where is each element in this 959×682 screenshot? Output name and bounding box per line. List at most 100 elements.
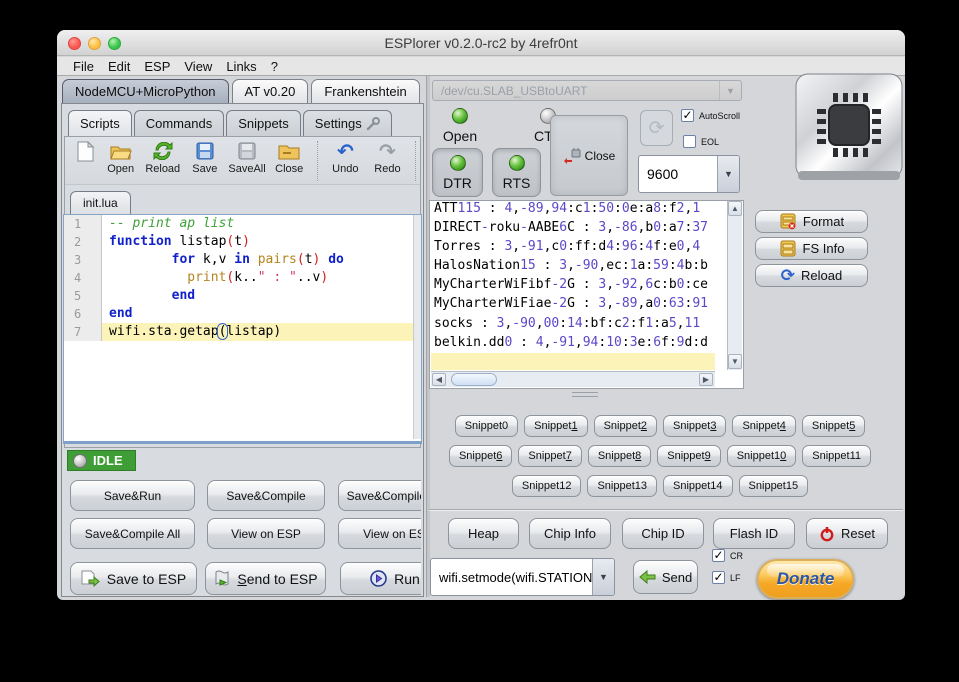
snippet3-button[interactable]: Snippet3 — [663, 415, 726, 437]
menu-item-file[interactable]: File — [67, 59, 100, 74]
snippet11-button[interactable]: Snippet11 — [802, 445, 871, 467]
sub-tab-snippets[interactable]: Snippets — [226, 110, 301, 136]
toolbar-redo[interactable]: ↷Redo — [369, 140, 406, 175]
save-run-button[interactable]: Save&Run — [70, 480, 195, 511]
code-token: function — [109, 234, 172, 249]
autoscroll-checkbox[interactable]: ✓ — [681, 109, 694, 122]
snippet2-button[interactable]: Snippet2 — [594, 415, 657, 437]
toolbar-close[interactable]: Close — [271, 140, 308, 175]
format-button[interactable]: Format — [755, 210, 868, 233]
terminal-text: ,a — [638, 296, 654, 311]
save-compile-button[interactable]: Save&Compile — [207, 480, 325, 511]
refresh-ports-button[interactable]: ⟳ — [640, 110, 673, 146]
save-to-esp-button[interactable]: Save to ESP — [70, 562, 197, 595]
scroll-left-icon[interactable]: ◀ — [432, 373, 446, 386]
toolbar-c[interactable]: C — [409, 140, 420, 175]
snippet9-button[interactable]: Snippet9 — [657, 445, 720, 467]
code-line-6[interactable]: 6end — [64, 305, 421, 323]
sub-tab-scripts[interactable]: Scripts — [68, 110, 132, 136]
view-on-esp-button[interactable]: View on ESP — [207, 518, 325, 549]
sub-tab-commands[interactable]: Commands — [134, 110, 224, 136]
code-line-1[interactable]: 1-- print ap list — [64, 215, 421, 233]
code-line-5[interactable]: 5 end — [64, 287, 421, 305]
toolbar-open[interactable]: Open — [102, 140, 139, 175]
hscroll-thumb[interactable] — [451, 373, 497, 386]
chip-info-button[interactable]: Chip Info — [529, 518, 611, 549]
fs-info-button[interactable]: FS Info — [755, 237, 868, 260]
snippet12-button[interactable]: Snippet12 — [512, 475, 582, 497]
code-editor[interactable]: 1-- print ap list2function listap(t)3 fo… — [63, 214, 422, 444]
terminal-number: 8 — [653, 201, 661, 216]
menu-item-edit[interactable]: Edit — [102, 59, 136, 74]
save-compile-all-button[interactable]: Save&Compile All — [70, 518, 195, 549]
snippet8-button[interactable]: Snippet8 — [588, 445, 651, 467]
command-combobox[interactable]: wifi.setmode(wifi.STATION) ▼ — [430, 558, 615, 596]
editor-scrollbar[interactable] — [413, 215, 421, 439]
menu-item-links[interactable]: Links — [220, 59, 262, 74]
code-line-2[interactable]: 2function listap(t) — [64, 233, 421, 251]
terminal-vscrollbar[interactable]: ▲ ▼ — [727, 201, 742, 370]
dtr-toggle-button[interactable]: DTR — [432, 148, 483, 197]
snippet10-button[interactable]: Snippet10 — [727, 445, 797, 467]
terminal-hscrollbar[interactable]: ◀ ▶ — [431, 371, 715, 387]
toolbar-new-file[interactable] — [73, 140, 97, 163]
snippet6-button[interactable]: Snippet6 — [449, 445, 512, 467]
snippet0-button[interactable]: Snippet0 — [455, 415, 518, 437]
snippet1-button[interactable]: Snippet1 — [524, 415, 587, 437]
snippet5-button[interactable]: Snippet5 — [802, 415, 865, 437]
line-number: 1 — [64, 215, 102, 233]
terminal-number: 115 — [457, 201, 480, 216]
eol-checkbox[interactable] — [683, 135, 696, 148]
serial-port-combobox[interactable]: /dev/cu.SLAB_USBtoUART ▼ — [432, 80, 742, 101]
terminal-panel[interactable]: ATT115 : 4,-89,94:c1:50:0e:a8:f2,1DIRECT… — [429, 200, 744, 389]
toolbar-save[interactable]: Save — [186, 140, 223, 175]
view-on-esp-2-button[interactable]: View on ESP — [338, 518, 421, 549]
chip-id-button[interactable]: Chip ID — [622, 518, 704, 549]
title-bar[interactable]: ESPlorer v0.2.0-rc2 by 4refr0nt — [57, 30, 905, 56]
scroll-right-icon[interactable]: ▶ — [699, 373, 713, 386]
scroll-up-icon[interactable]: ▲ — [728, 201, 742, 216]
send-to-esp-button[interactable]: Send to ESP — [205, 562, 326, 595]
flash-id-button[interactable]: Flash ID — [713, 518, 795, 549]
menu-item-esp[interactable]: ESP — [138, 59, 176, 74]
code-line-4[interactable]: 4 print(k.." : "..v) — [64, 269, 421, 287]
toolbar-saveall[interactable]: SaveAll — [228, 140, 265, 175]
terminal-output[interactable]: ATT115 : 4,-89,94:c1:50:0e:a8:f2,1DIRECT… — [431, 199, 715, 352]
terminal-text: e: — [638, 335, 654, 350]
reload-button[interactable]: ⟳Reload — [755, 264, 868, 287]
main-tab-2[interactable]: Frankenshtein — [311, 79, 419, 103]
snippet7-button[interactable]: Snippet7 — [518, 445, 581, 467]
tab-init-lua[interactable]: init.lua — [70, 191, 131, 214]
donate-button[interactable]: Donate — [757, 559, 854, 599]
main-tab-0[interactable]: NodeMCU+MicroPython — [62, 79, 229, 103]
snippet15-button[interactable]: Snippet15 — [739, 475, 809, 497]
snippet14-button[interactable]: Snippet14 — [663, 475, 733, 497]
run-button[interactable]: Run — [340, 562, 421, 595]
main-tab-1[interactable]: AT v0.20 — [232, 79, 309, 103]
reset-button[interactable]: Reset — [806, 518, 888, 549]
menu-item-help[interactable]: ? — [265, 59, 284, 74]
terminal-text: : — [614, 201, 622, 216]
heap-button[interactable]: Heap — [448, 518, 519, 549]
toolbar-reload[interactable]: Reload — [144, 140, 181, 175]
send-button[interactable]: Send — [633, 560, 698, 594]
cr-checkbox[interactable]: ✓ — [712, 549, 725, 562]
code-token: for — [172, 252, 195, 267]
code-token: listap — [226, 324, 273, 339]
baud-combobox[interactable]: 9600 ▼ — [638, 155, 740, 193]
snippet-row-1: Snippet0 Snippet1 Snippet2 Snippet3 Snippet4… — [430, 415, 890, 438]
save-compile-run-button[interactable]: Save&Compile&Ru — [338, 480, 421, 511]
toolbar-undo[interactable]: ↶Undo — [327, 140, 364, 175]
scroll-down-icon[interactable]: ▼ — [728, 354, 742, 369]
close-port-button[interactable]: Close — [550, 115, 628, 196]
lf-checkbox[interactable]: ✓ — [712, 571, 725, 584]
sub-tab-settings[interactable]: Settings — [303, 110, 392, 136]
autoscroll-label: AutoScroll — [699, 111, 740, 121]
code-line-7[interactable]: 7wifi.sta.getap(listap) — [64, 323, 421, 341]
rts-toggle-button[interactable]: RTS — [492, 148, 541, 197]
code-line-3[interactable]: 3 for k,v in pairs(t) do — [64, 251, 421, 269]
snippet4-button[interactable]: Snippet4 — [732, 415, 795, 437]
snippet13-button[interactable]: Snippet13 — [587, 475, 657, 497]
menu-item-view[interactable]: View — [178, 59, 218, 74]
resize-grip[interactable] — [572, 392, 598, 397]
